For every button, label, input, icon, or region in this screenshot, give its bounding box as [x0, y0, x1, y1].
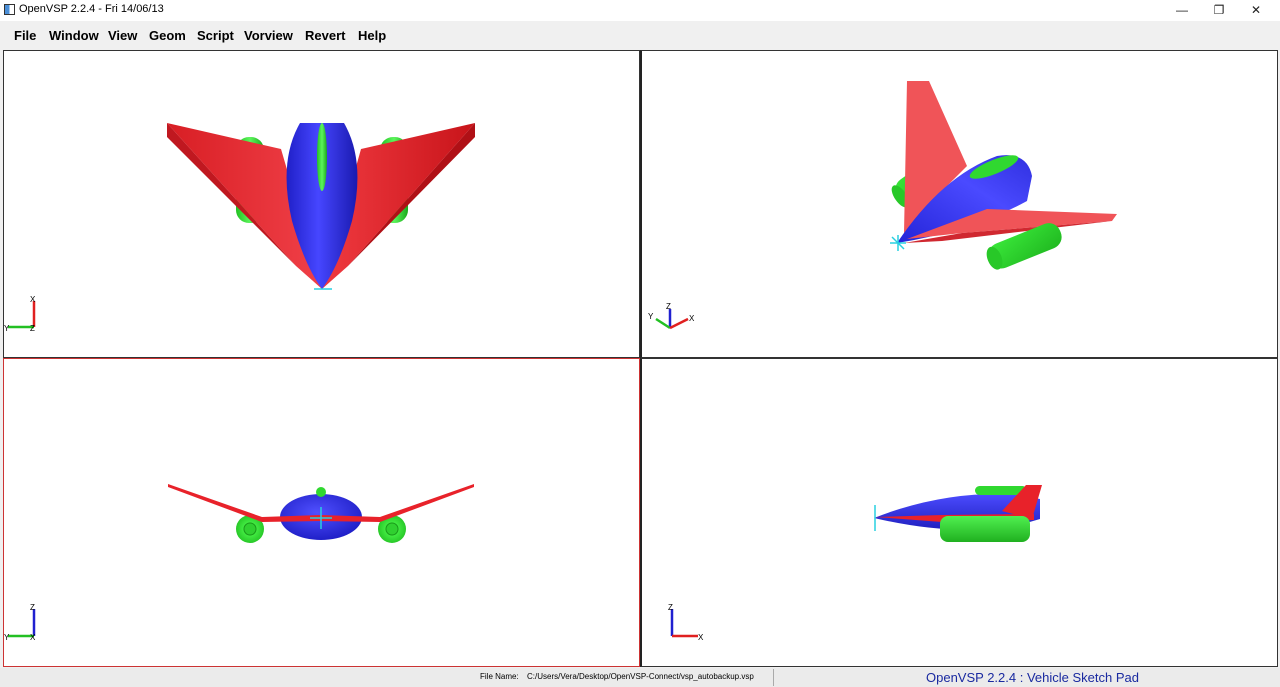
menu-view[interactable]: View	[108, 28, 137, 43]
engine-left-inlet	[243, 522, 257, 536]
app-name-label: OpenVSP 2.2.4 : Vehicle Sketch Pad	[926, 670, 1139, 685]
axis-label-z: Z	[666, 302, 671, 311]
axis-label-y: Y	[4, 633, 10, 642]
axis-label-z: Z	[30, 324, 35, 333]
side-view-canvas: Z X	[668, 485, 1042, 642]
menu-window[interactable]: Window	[49, 28, 99, 43]
axis-label-y: Y	[4, 324, 10, 333]
file-path: C:/Users/Vera/Desktop/OpenVSP-Connect/vs…	[527, 672, 754, 681]
viewport-front[interactable]: Z Y X	[3, 358, 640, 667]
axis-triad: Z Y X	[4, 603, 36, 642]
window-title: OpenVSP 2.2.4 - Fri 14/06/13	[19, 3, 164, 15]
tail-fin	[316, 487, 326, 497]
viewport-side[interactable]: Z X	[640, 358, 1278, 667]
title-bar: OpenVSP 2.2.4 - Fri 14/06/13 — ❐ ✕	[0, 0, 1280, 21]
menu-geom[interactable]: Geom	[149, 28, 186, 43]
axis-label-x: X	[30, 633, 36, 642]
menu-script[interactable]: Script	[197, 28, 234, 43]
front-view-canvas: Z Y X	[4, 484, 474, 642]
axis-label-x: X	[689, 314, 695, 323]
menu-revert[interactable]: Revert	[305, 28, 345, 43]
app-icon	[4, 4, 15, 15]
axis-label-z: Z	[30, 603, 35, 612]
status-divider	[773, 669, 774, 686]
tail-fin	[317, 123, 327, 191]
close-button[interactable]: ✕	[1238, 0, 1274, 21]
minimize-button[interactable]: —	[1164, 0, 1200, 21]
file-name-label: File Name:	[480, 672, 519, 681]
menu-bar: File Window View Geom Script Vorview Rev…	[0, 22, 1280, 48]
menu-file[interactable]: File	[14, 28, 36, 43]
axis-triad: X Y Z	[4, 295, 36, 333]
menu-help[interactable]: Help	[358, 28, 386, 43]
axis-label-y: Y	[648, 312, 654, 321]
restore-button[interactable]: ❐	[1201, 0, 1237, 21]
menu-vorview[interactable]: Vorview	[244, 28, 293, 43]
engine	[940, 516, 1030, 542]
viewport-top[interactable]: X Y Z	[3, 50, 640, 358]
axis-label-x: X	[698, 633, 704, 642]
engine-right-inlet	[385, 522, 399, 536]
axis-label-z: Z	[668, 603, 673, 612]
top-view-canvas: X Y Z	[4, 123, 475, 333]
axis-label-x: X	[30, 295, 36, 304]
axis-triad: Z X	[668, 603, 704, 642]
viewport-isometric[interactable]: Z Y X	[640, 50, 1278, 358]
axis-triad: Z Y X	[648, 302, 695, 330]
iso-view-canvas: Z Y X	[648, 81, 1117, 330]
